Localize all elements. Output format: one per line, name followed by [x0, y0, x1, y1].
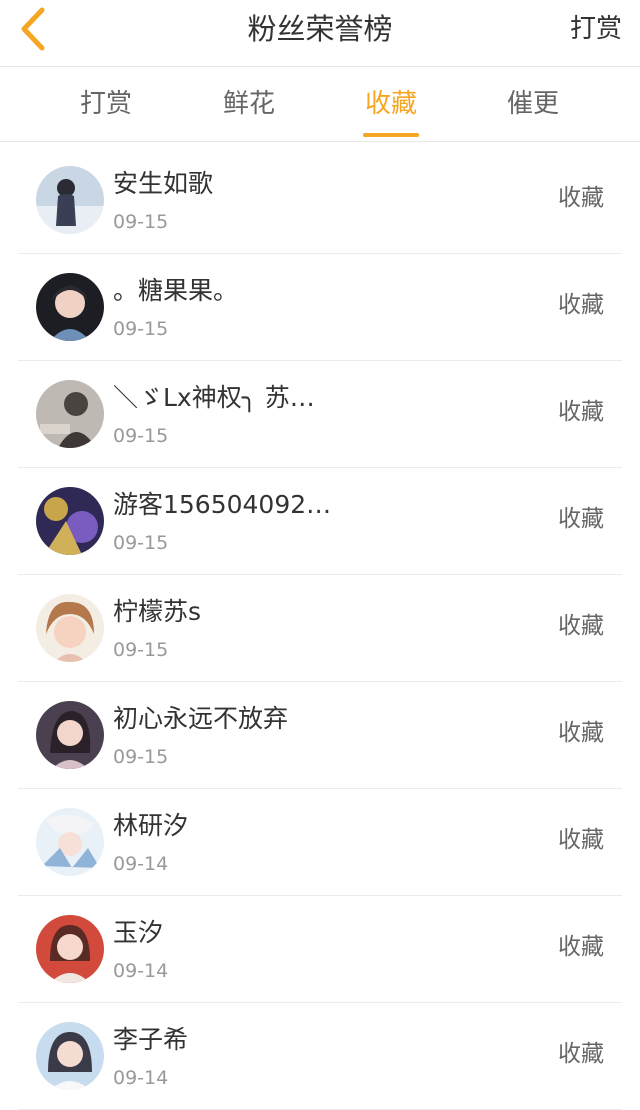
fan-date: 09-14: [113, 1067, 169, 1089]
reward-button[interactable]: 打赏: [570, 10, 622, 48]
fan-name: 安生如歌: [113, 169, 214, 198]
fan-name: ＼ゞLx神权╮ 苏…: [113, 383, 315, 412]
fan-date: 09-14: [113, 853, 169, 875]
fan-name: 李子希: [113, 1025, 189, 1054]
fan-action-label: 收藏: [558, 613, 604, 639]
fan-list-item[interactable]: 安生如歌 09-15 收藏: [18, 147, 622, 254]
fan-date: 09-15: [113, 211, 169, 233]
fan-date: 09-15: [113, 425, 169, 447]
avatar: [36, 273, 104, 341]
fan-action-label: 收藏: [558, 720, 604, 746]
fan-name: 游客156504092…: [113, 490, 332, 519]
avatar: [36, 1022, 104, 1090]
fan-name: 玉汐: [113, 918, 164, 947]
fan-name: 林研汐: [113, 811, 189, 840]
tab-urge-update[interactable]: 催更: [463, 67, 603, 141]
fan-date: 09-15: [113, 532, 169, 554]
page-title: 粉丝荣誉榜: [247, 12, 393, 46]
fan-name: 初心永远不放弃: [113, 704, 289, 733]
top-nav-bar: 粉丝荣誉榜 打赏: [0, 0, 640, 67]
tab-label: 鲜花: [222, 89, 275, 119]
avatar: [36, 915, 104, 983]
tab-label: 催更: [506, 89, 559, 119]
fan-action-label: 收藏: [558, 1041, 604, 1067]
fan-list-item[interactable]: 李子希 09-14 收藏: [18, 1003, 622, 1110]
fan-action-label: 收藏: [558, 292, 604, 318]
fan-action-label: 收藏: [558, 506, 604, 532]
avatar: [36, 594, 104, 662]
fan-list-item[interactable]: 游客156504092… 09-15 收藏: [18, 468, 622, 575]
tab-bar: 打赏 鲜花 收藏 催更: [0, 67, 640, 142]
avatar: [36, 487, 104, 555]
avatar: [36, 166, 104, 234]
fan-list-item[interactable]: ＼ゞLx神权╮ 苏… 09-15 收藏: [18, 361, 622, 468]
tab-label: 打赏: [79, 89, 132, 119]
fan-list: 安生如歌 09-15 收藏 。糖果果。 09-15 收藏 ＼ゞLx神权╮ 苏… …: [18, 147, 622, 1110]
avatar: [36, 380, 104, 448]
tab-flowers[interactable]: 鲜花: [179, 67, 319, 141]
fan-list-item[interactable]: 玉汐 09-14 收藏: [18, 896, 622, 1003]
fan-action-label: 收藏: [558, 827, 604, 853]
fan-name: 柠檬苏s: [113, 597, 202, 626]
fan-action-label: 收藏: [558, 185, 604, 211]
fan-date: 09-15: [113, 639, 169, 661]
fan-date: 09-15: [113, 318, 169, 340]
fan-list-item[interactable]: 林研汐 09-14 收藏: [18, 789, 622, 896]
tab-favorites[interactable]: 收藏: [321, 67, 461, 141]
avatar: [36, 701, 104, 769]
active-tab-indicator: [363, 133, 419, 137]
fan-list-item[interactable]: 。糖果果。 09-15 收藏: [18, 254, 622, 361]
tab-reward[interactable]: 打赏: [36, 67, 176, 141]
fan-action-label: 收藏: [558, 399, 604, 425]
fan-name: 。糖果果。: [113, 276, 239, 305]
fan-date: 09-14: [113, 960, 169, 982]
fan-list-item[interactable]: 初心永远不放弃 09-15 收藏: [18, 682, 622, 789]
fan-action-label: 收藏: [558, 934, 604, 960]
fan-list-item[interactable]: 柠檬苏s 09-15 收藏: [18, 575, 622, 682]
tab-label: 收藏: [364, 89, 417, 119]
fan-date: 09-15: [113, 746, 169, 768]
avatar: [36, 808, 104, 876]
